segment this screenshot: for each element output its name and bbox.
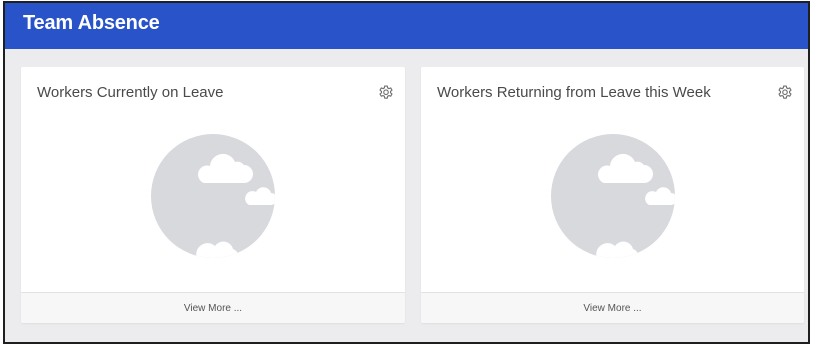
empty-state-cloud-icon [151, 134, 275, 258]
card-title: Workers Returning from Leave this Week [437, 84, 711, 101]
team-absence-panel: Team Absence Workers Currently on Leave … [3, 1, 810, 344]
panel-title: Team Absence [23, 12, 160, 34]
view-more-link[interactable]: View More ... [421, 292, 804, 323]
workers-returning-card: Workers Returning from Leave this Week V… [421, 67, 804, 323]
gear-icon[interactable] [377, 83, 395, 101]
card-title: Workers Currently on Leave [37, 84, 224, 101]
workers-on-leave-card: Workers Currently on Leave View More ... [21, 67, 405, 323]
gear-icon[interactable] [776, 83, 794, 101]
view-more-link[interactable]: View More ... [21, 292, 405, 323]
panel-header: Team Absence [5, 3, 808, 49]
empty-state-cloud-icon [550, 134, 675, 258]
